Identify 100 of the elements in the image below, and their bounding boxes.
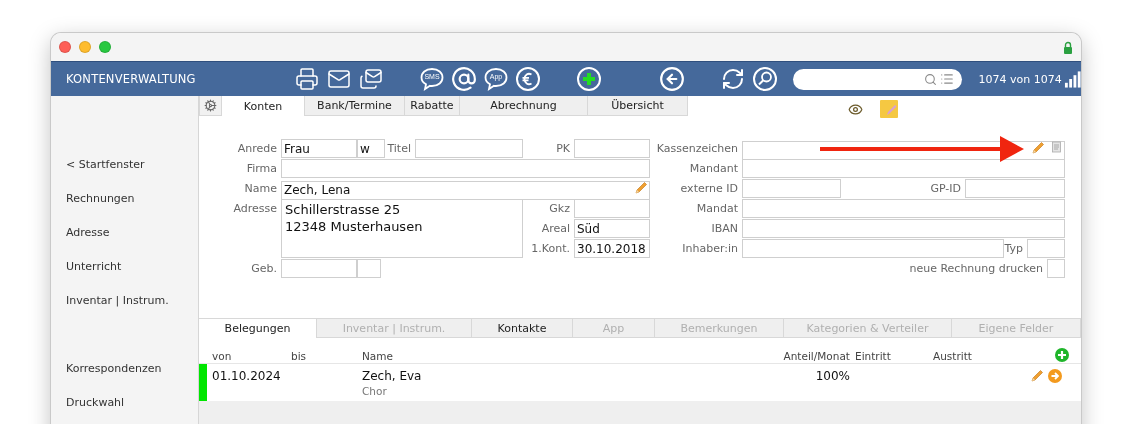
column-header: bis [290, 350, 308, 362]
pencil-icon [1030, 369, 1044, 383]
input-field[interactable]: w [357, 139, 385, 158]
column-header: Name [362, 350, 394, 362]
column-header: Eintritt [854, 350, 892, 362]
edit-button[interactable] [1030, 141, 1045, 156]
field-label: Geb. [250, 261, 278, 277]
back-button[interactable] [658, 65, 686, 94]
email-button[interactable] [450, 65, 478, 94]
field-label: Inhaber:in [681, 241, 739, 257]
field-label: PK [555, 141, 571, 157]
field-label: Firma [245, 161, 278, 177]
sidebar-item[interactable]: Rechnungen [51, 181, 198, 215]
settings-icon [204, 99, 217, 112]
pencil-icon [1030, 141, 1045, 155]
euro-icon [515, 66, 541, 93]
table-cell-text: Zech, Eva [362, 369, 423, 383]
input-field[interactable] [1027, 239, 1065, 258]
record-counter: 1074 von 1074 [978, 72, 1063, 86]
field-label: Gkz [548, 201, 571, 217]
table-cell-text: 100% [814, 368, 850, 385]
close-button[interactable] [59, 41, 71, 54]
document-icon [1051, 141, 1062, 153]
tab[interactable]: Bank/Termine [305, 96, 405, 116]
plus-icon [576, 66, 602, 93]
zoom-button[interactable] [99, 41, 111, 54]
course-name: Chor [362, 385, 388, 397]
refresh-icon [721, 67, 745, 92]
sidebar-item[interactable]: Druckwahl [51, 385, 198, 419]
field-label: Adresse [232, 201, 278, 217]
input-field[interactable] [574, 139, 650, 158]
field-label: externe ID [679, 181, 739, 197]
input-field[interactable] [742, 159, 1065, 178]
sidebar-item[interactable]: Korrespondenzen [51, 351, 198, 385]
add-button[interactable] [575, 65, 603, 94]
sidebar-item[interactable]: < Startfenster [51, 147, 198, 181]
minimize-button[interactable] [79, 41, 91, 54]
input-field[interactable]: 30.10.2018 [574, 239, 650, 258]
input-field[interactable]: Süd [574, 219, 650, 238]
lock-icon [1063, 40, 1073, 54]
address-field[interactable]: Schillerstrasse 25 12348 Musterhausen [281, 199, 523, 258]
payment-button[interactable] [514, 65, 542, 94]
printer-icon [295, 67, 319, 92]
field-label: Name [243, 181, 278, 197]
envelopes-icon [359, 67, 383, 92]
field-label: Kassenzeichen [655, 141, 739, 157]
input-field[interactable] [965, 179, 1065, 198]
input-field[interactable]: Frau [281, 139, 357, 158]
field-label: GP-ID [929, 181, 962, 197]
speech-bubble-icon [483, 66, 509, 93]
field-label: Mandat [695, 201, 739, 217]
module-title: KONTENVERWALTUNG [65, 72, 197, 87]
speech-bubble-icon [419, 66, 445, 93]
sidebar-item[interactable]: Adresse [51, 215, 198, 249]
sidebar-item[interactable]: Unterricht [51, 249, 198, 283]
field-label: 1.Kont. [530, 241, 571, 257]
field-label: Areal [540, 221, 571, 237]
input-field[interactable] [742, 199, 1065, 218]
field-label: IBAN [710, 221, 739, 237]
column-header: von [211, 350, 233, 362]
input-field[interactable] [742, 179, 841, 198]
plus-icon [1055, 348, 1069, 362]
tab[interactable]: Abrechnung [460, 96, 588, 116]
search-icon [924, 72, 938, 86]
input-field[interactable]: Zech, Lena [281, 180, 650, 200]
at-sign-icon [451, 66, 477, 93]
list-icon [940, 72, 955, 87]
document-button[interactable] [1051, 141, 1062, 156]
arrow-right-icon [1048, 369, 1062, 383]
table-cell-text: 01.10.2024 [211, 368, 282, 385]
column-header: Anteil/Monat [782, 350, 850, 362]
note-icon[interactable] [880, 100, 898, 118]
column-header: Austritt [932, 350, 973, 362]
input-field[interactable] [742, 239, 1004, 258]
pencil-icon [633, 181, 648, 195]
input-field[interactable] [742, 219, 1065, 238]
add-button[interactable] [1055, 348, 1069, 362]
input-field[interactable] [574, 199, 650, 218]
edit-button[interactable] [1030, 369, 1044, 383]
eye-icon[interactable] [848, 101, 863, 117]
checkbox[interactable] [1047, 259, 1065, 278]
edit-button[interactable] [633, 181, 648, 196]
field-label: Titel [386, 141, 412, 157]
field-label: Mandant [688, 161, 739, 177]
checkbox-label: neue Rechnung drucken [909, 261, 1044, 277]
open-button[interactable] [1048, 369, 1062, 383]
field-label: Anrede [236, 141, 278, 157]
field-label: Typ [1004, 241, 1024, 257]
input-field[interactable] [415, 139, 523, 158]
tab[interactable]: Kontakte [472, 319, 573, 338]
settings-button[interactable] [199, 96, 222, 116]
input-field[interactable] [281, 159, 650, 178]
search-icon [752, 66, 778, 93]
tab[interactable]: Rabatte [405, 96, 460, 116]
sidebar-item[interactable]: Inventar | Instrum. [51, 283, 198, 317]
input-field[interactable] [357, 259, 381, 278]
tab[interactable]: Übersicht [588, 96, 688, 116]
search-field[interactable] [793, 68, 963, 90]
input-field[interactable] [281, 259, 357, 278]
search-button[interactable] [751, 65, 779, 94]
